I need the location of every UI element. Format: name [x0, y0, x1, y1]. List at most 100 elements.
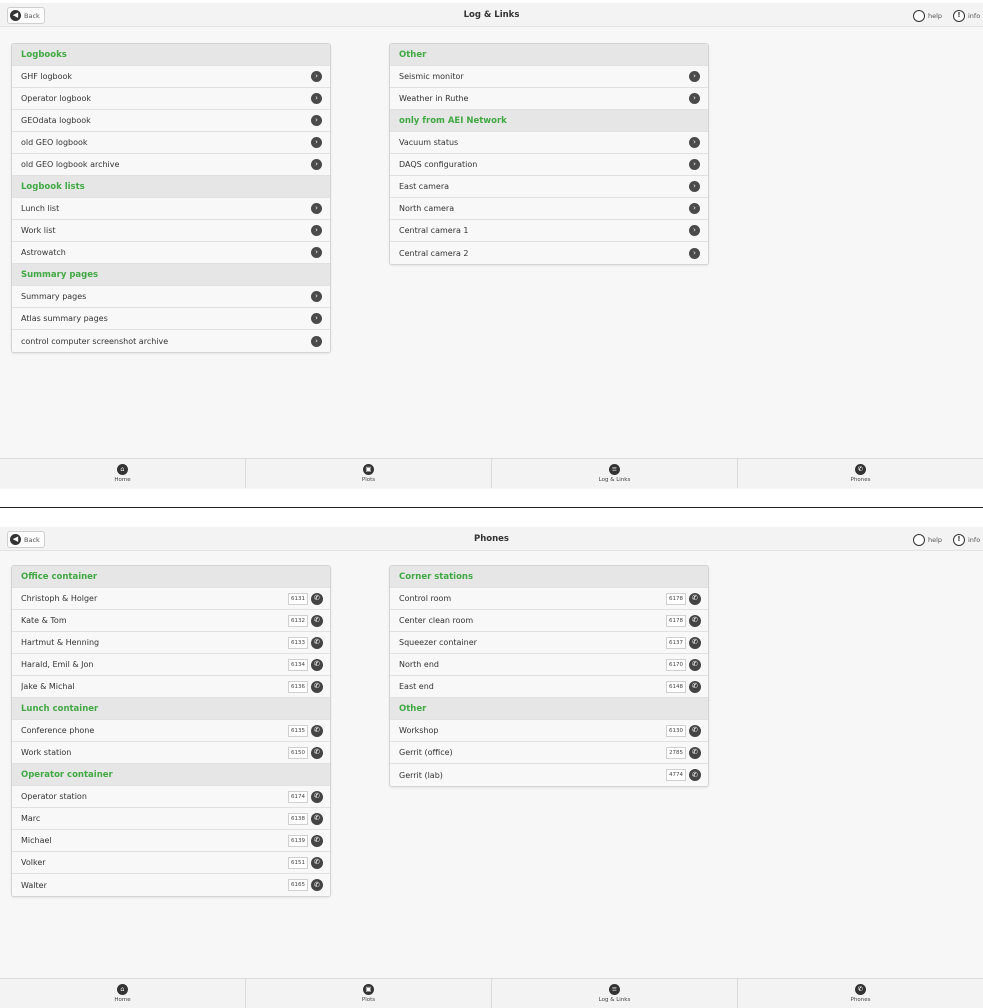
back-arrow-icon: ◀: [10, 534, 21, 545]
link-item[interactable]: old GEO logbook ›: [12, 132, 330, 154]
phone-icon[interactable]: ✆: [311, 746, 323, 759]
info-button[interactable]: ! info: [953, 531, 980, 548]
link-item[interactable]: Atlas summary pages ›: [12, 308, 330, 330]
link-item[interactable]: Seismic monitor ›: [390, 66, 708, 88]
phone-entry[interactable]: Harald, Emil & Jon 6134 ✆: [12, 654, 330, 676]
phone-icon[interactable]: ✆: [311, 680, 323, 693]
contact-name: Walter: [21, 880, 47, 890]
back-label: Back: [24, 11, 40, 20]
link-item[interactable]: Lunch list ›: [12, 198, 330, 220]
bottom-nav-bar: ⌂ Home ▣ Plots ≡ Log & Links ✆ Phones: [0, 458, 983, 488]
help-button[interactable]: help: [913, 7, 942, 24]
office-container-header: Office container: [12, 566, 330, 588]
phone-icon[interactable]: ✆: [689, 724, 701, 737]
extension-badge: 6136: [288, 680, 308, 693]
link-label: Seismic monitor: [399, 72, 464, 81]
nav-log-links[interactable]: ≡ Log & Links: [492, 979, 738, 1008]
phone-entry[interactable]: Control room 6178 ✆: [390, 588, 708, 610]
contact-name: Christoph & Holger: [21, 594, 98, 603]
nav-label: Plots: [361, 477, 376, 483]
phone-entry[interactable]: Squeezer container 6137 ✆: [390, 632, 708, 654]
phone-icon[interactable]: ✆: [689, 614, 701, 627]
phone-entry[interactable]: Work station 6150 ✆: [12, 742, 330, 764]
chevron-right-icon: ›: [689, 225, 700, 236]
phone-entry[interactable]: Operator station 6174 ✆: [12, 786, 330, 808]
phone-entry[interactable]: Hartmut & Henning 6133 ✆: [12, 632, 330, 654]
phone-entry[interactable]: Workshop 6130 ✆: [390, 720, 708, 742]
nav-plots[interactable]: ▣ Plots: [246, 979, 492, 1008]
extension-badge: 6139: [288, 834, 308, 847]
phone-icon[interactable]: ✆: [311, 614, 323, 627]
phone-icon[interactable]: ✆: [311, 879, 323, 891]
phone-entry[interactable]: Volker 6151 ✆: [12, 852, 330, 874]
phone-icon[interactable]: ✆: [689, 769, 701, 781]
extension-badge: 6174: [288, 790, 308, 803]
phone-icon[interactable]: ✆: [311, 834, 323, 847]
phone-entry[interactable]: Walter 6165 ✆: [12, 874, 330, 896]
phone-icon[interactable]: ✆: [689, 658, 701, 671]
phone-icon[interactable]: ✆: [689, 680, 701, 693]
link-item[interactable]: Weather in Ruthe ›: [390, 88, 708, 110]
phone-icon[interactable]: ✆: [689, 592, 701, 605]
help-bubble-icon: [913, 9, 925, 22]
extension-badge: 6178: [666, 614, 686, 627]
nav-home[interactable]: ⌂ Home: [0, 979, 246, 1008]
extension-badge: 6133: [288, 636, 308, 649]
phone-entry[interactable]: North end 6170 ✆: [390, 654, 708, 676]
phone-icon[interactable]: ✆: [311, 724, 323, 737]
phone-entry[interactable]: Jake & Michal 6136 ✆: [12, 676, 330, 698]
phone-icon[interactable]: ✆: [689, 636, 701, 649]
link-item[interactable]: GHF logbook ›: [12, 66, 330, 88]
contact-name: Squeezer container: [399, 638, 477, 647]
logbook-lists-header: Logbook lists: [12, 176, 330, 198]
help-button[interactable]: help: [913, 531, 942, 548]
extension-badge: 6134: [288, 658, 308, 671]
link-label: Central camera 2: [399, 248, 469, 258]
link-item[interactable]: Work list ›: [12, 220, 330, 242]
link-label: old GEO logbook archive: [21, 160, 120, 169]
phone-entry[interactable]: Conference phone 6135 ✆: [12, 720, 330, 742]
link-item[interactable]: DAQS configuration ›: [390, 154, 708, 176]
link-item[interactable]: Summary pages ›: [12, 286, 330, 308]
nav-phones[interactable]: ✆ Phones: [738, 979, 983, 1008]
info-button[interactable]: ! info: [953, 7, 980, 24]
nav-phones[interactable]: ✆ Phones: [738, 459, 983, 488]
link-item[interactable]: Vacuum status ›: [390, 132, 708, 154]
phone-entry[interactable]: Gerrit (office) 2785 ✆: [390, 742, 708, 764]
nav-label: Log & Links: [598, 997, 631, 1003]
phone-entry[interactable]: Gerrit (lab) 4774 ✆: [390, 764, 708, 786]
phone-icon[interactable]: ✆: [689, 746, 701, 759]
phone-entry[interactable]: Marc 6138 ✆: [12, 808, 330, 830]
link-label: Operator logbook: [21, 94, 92, 103]
link-item[interactable]: Operator logbook ›: [12, 88, 330, 110]
link-item[interactable]: old GEO logbook archive ›: [12, 154, 330, 176]
link-item[interactable]: Astrowatch ›: [12, 242, 330, 264]
link-item[interactable]: North camera ›: [390, 198, 708, 220]
phone-entry[interactable]: East end 6148 ✆: [390, 676, 708, 698]
back-button[interactable]: ◀ Back: [7, 7, 45, 24]
phone-entry[interactable]: Christoph & Holger 6131 ✆: [12, 588, 330, 610]
link-item[interactable]: East camera ›: [390, 176, 708, 198]
phone-entry[interactable]: Center clean room 6178 ✆: [390, 610, 708, 632]
phone-entry[interactable]: Michael 6139 ✆: [12, 830, 330, 852]
contact-name: Marc: [21, 814, 41, 823]
phone-icon[interactable]: ✆: [311, 856, 323, 869]
link-item[interactable]: control computer screenshot archive ›: [12, 330, 330, 352]
phone-icon[interactable]: ✆: [311, 592, 323, 605]
phone-entry[interactable]: Kate & Tom 6132 ✆: [12, 610, 330, 632]
back-button[interactable]: ◀ Back: [7, 531, 45, 548]
contact-name: Work station: [21, 748, 72, 757]
nav-plots[interactable]: ▣ Plots: [246, 459, 492, 488]
link-item[interactable]: Central camera 1 ›: [390, 220, 708, 242]
link-item[interactable]: GEOdata logbook ›: [12, 110, 330, 132]
nav-home[interactable]: ⌂ Home: [0, 459, 246, 488]
phone-icon[interactable]: ✆: [311, 812, 323, 825]
phone-icon[interactable]: ✆: [311, 790, 323, 803]
phone-icon[interactable]: ✆: [311, 636, 323, 649]
contact-name: Workshop: [399, 726, 439, 735]
extension-badge: 2785: [666, 746, 686, 759]
link-item[interactable]: Central camera 2 ›: [390, 242, 708, 264]
phone-icon[interactable]: ✆: [311, 658, 323, 671]
info-label: info: [968, 535, 981, 544]
nav-log-links[interactable]: ≡ Log & Links: [492, 459, 738, 488]
